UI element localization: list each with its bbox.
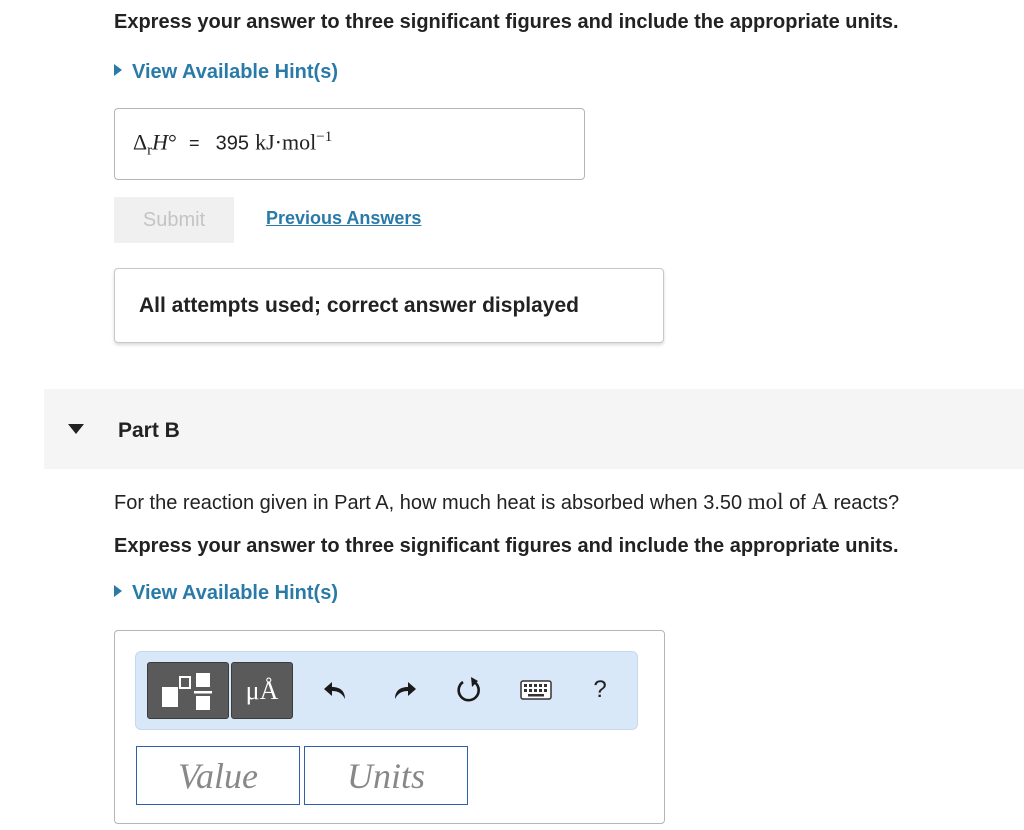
units-input[interactable]: Units [304, 746, 468, 805]
delta-symbol: Δ [133, 129, 148, 155]
template-button[interactable] [147, 662, 229, 719]
answer-units: kJ·mol [255, 129, 317, 155]
question-mol: mol [747, 489, 784, 514]
part-b-title: Part B [118, 419, 180, 442]
question-prefix: For the reaction given in Part A, how mu… [114, 492, 743, 514]
hint-label: View Available Hint(s) [132, 582, 338, 604]
math-toolbar: μÅ ? [135, 651, 638, 730]
reset-button[interactable] [449, 670, 489, 710]
redo-icon [395, 682, 416, 699]
question-species: A [811, 489, 828, 514]
collapse-triangle-icon[interactable] [68, 424, 84, 434]
answer-value: 395 [215, 132, 249, 155]
part-b-answer-box: μÅ ? Value Units [114, 630, 665, 824]
keyboard-button[interactable] [516, 670, 556, 710]
value-input[interactable]: Value [136, 746, 300, 805]
units-button-label: μÅ [245, 675, 279, 705]
answer-variable: H [152, 129, 169, 155]
degree-symbol: ° [168, 129, 177, 155]
reset-icon [457, 677, 480, 702]
part-b-header[interactable]: Part B [44, 389, 1024, 469]
question-suffix: reacts? [833, 492, 900, 514]
expand-triangle-icon [114, 64, 122, 76]
fraction-template-icon [162, 673, 212, 710]
status-message-box: All attempts used; correct answer displa… [114, 268, 664, 343]
keyboard-icon [520, 680, 552, 700]
part-b-question: For the reaction given in Part A, how mu… [114, 489, 899, 515]
question-of: of [789, 492, 806, 514]
part-b-hint-toggle[interactable]: View Available Hint(s) [114, 582, 338, 605]
hint-label: View Available Hint(s) [132, 61, 338, 83]
undo-icon [324, 682, 345, 699]
equals-sign: = [188, 133, 200, 154]
submit-button[interactable]: Submit [114, 197, 234, 243]
part-a-instruction: Express your answer to three significant… [114, 11, 899, 33]
part-a-answer-box: ΔrH° = 395 kJ·mol−1 [114, 108, 585, 180]
redo-button[interactable] [384, 670, 424, 710]
previous-answers-link[interactable]: Previous Answers [266, 208, 421, 229]
undo-button[interactable] [316, 670, 356, 710]
part-b-instruction: Express your answer to three significant… [114, 535, 899, 557]
answer-exponent: −1 [316, 129, 333, 145]
status-message: All attempts used; correct answer displa… [139, 293, 579, 317]
part-a-hint-toggle[interactable]: View Available Hint(s) [114, 61, 338, 84]
expand-triangle-icon [114, 585, 122, 597]
units-button[interactable]: μÅ [231, 662, 293, 719]
answer-expression: ΔrH° = 395 kJ·mol−1 [133, 129, 332, 160]
help-button[interactable]: ? [580, 670, 620, 710]
